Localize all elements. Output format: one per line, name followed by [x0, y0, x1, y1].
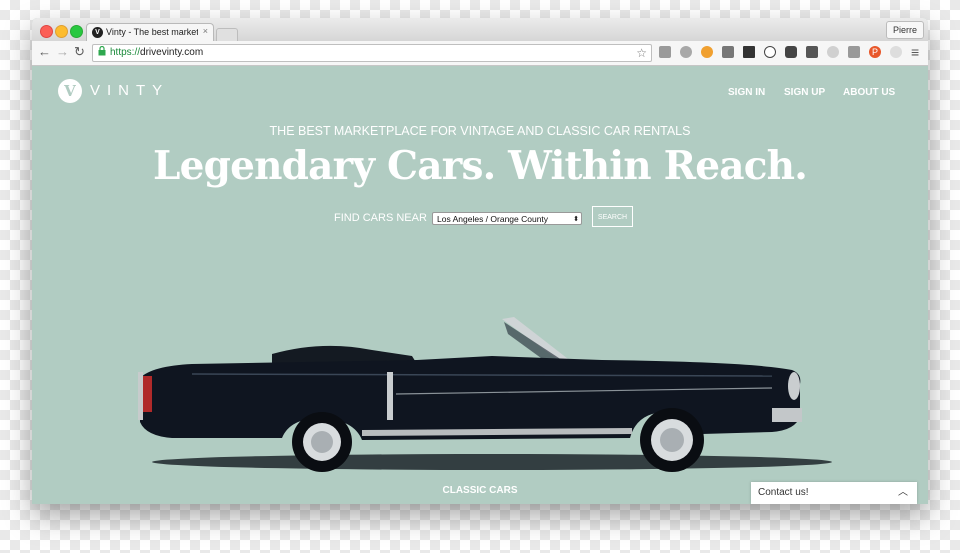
- contact-us-widget[interactable]: Contact us! ︿: [751, 482, 917, 504]
- back-icon[interactable]: ←: [38, 44, 51, 60]
- reload-icon[interactable]: ↻: [74, 44, 85, 60]
- vintage-convertible-car-image: [138, 317, 832, 472]
- fruit-extension-icon[interactable]: [701, 46, 713, 58]
- car-tail-light: [142, 376, 152, 412]
- tab-close-icon[interactable]: ×: [203, 26, 208, 36]
- tab-title: Vinty - The best marketplace: [106, 27, 198, 37]
- forward-icon[interactable]: →: [56, 44, 69, 60]
- vinty-favicon-icon: V: [92, 27, 103, 38]
- product-hunt-icon[interactable]: P: [869, 46, 881, 58]
- lock-icon: [98, 45, 106, 58]
- maximize-window-button[interactable]: [70, 25, 83, 38]
- chevron-up-icon[interactable]: ︿: [898, 482, 908, 504]
- landing-page: V VINTY SIGN IN SIGN UP ABOUT US THE BES…: [32, 66, 928, 504]
- power-icon[interactable]: [890, 46, 902, 58]
- owl-icon[interactable]: [806, 46, 818, 58]
- logo-text[interactable]: VINTY: [90, 82, 169, 99]
- page-title: Legendary Cars. Within Reach.: [153, 143, 808, 189]
- location-select-value: Los Angeles / Orange County: [437, 214, 549, 224]
- menu-icon[interactable]: ≡: [911, 44, 919, 60]
- car-shadow: [152, 454, 832, 470]
- close-window-button[interactable]: [40, 25, 53, 38]
- browser-window: V Vinty - The best marketplace × Pierre …: [32, 18, 928, 504]
- title-bar: V Vinty - The best marketplace × Pierre: [32, 18, 928, 42]
- buffer-icon[interactable]: [743, 46, 755, 58]
- tagline: THE BEST MARKETPLACE FOR VINTAGE AND CLA…: [269, 124, 691, 138]
- about-us-link[interactable]: ABOUT US: [843, 87, 895, 98]
- select-arrows-icon: ⬍: [573, 216, 579, 223]
- browser-toolbar: ← → ↻ https://drivevinty.com ☆ P ≡: [32, 41, 928, 66]
- lock-extension-icon[interactable]: [722, 46, 734, 58]
- car-front-bumper: [772, 408, 802, 422]
- address-bar[interactable]: https://drivevinty.com ☆: [92, 44, 652, 62]
- search-button[interactable]: SEARCH: [592, 206, 633, 227]
- new-tab-button[interactable]: [216, 28, 238, 41]
- contact-us-label: Contact us!: [758, 487, 809, 498]
- find-cars-label: FIND CARS NEAR: [334, 212, 427, 224]
- compass-icon[interactable]: [764, 46, 776, 58]
- location-select[interactable]: Los Angeles / Orange County ⬍: [432, 212, 582, 225]
- square-extension-icon[interactable]: [848, 46, 860, 58]
- minimize-window-button[interactable]: [55, 25, 68, 38]
- vinty-logo-icon[interactable]: V: [58, 79, 82, 103]
- cast-icon[interactable]: [659, 46, 671, 58]
- browser-tab[interactable]: V Vinty - The best marketplace ×: [86, 23, 214, 42]
- adblock-icon[interactable]: [680, 46, 692, 58]
- sign-in-link[interactable]: SIGN IN: [728, 87, 765, 98]
- profile-button[interactable]: Pierre: [885, 21, 924, 39]
- bookmark-star-icon[interactable]: ☆: [636, 45, 647, 61]
- sign-up-link[interactable]: SIGN UP: [784, 87, 825, 98]
- url-text: https://drivevinty.com: [110, 47, 204, 58]
- cloud-icon[interactable]: [827, 46, 839, 58]
- pocket-icon[interactable]: [785, 46, 797, 58]
